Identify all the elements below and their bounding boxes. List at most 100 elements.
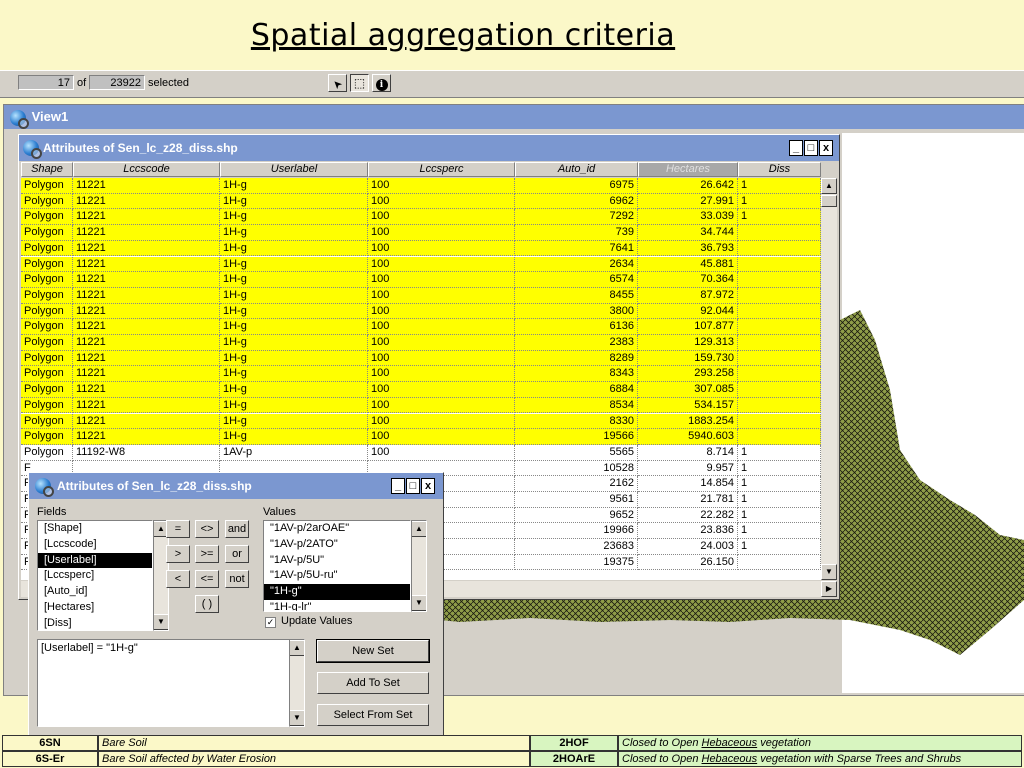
- add-to-set-button[interactable]: Add To Set: [317, 672, 429, 694]
- expr-scroll-up-icon[interactable]: ▲: [290, 640, 304, 656]
- table-cell: 100: [368, 397, 515, 414]
- value-item[interactable]: "1AV-p/5U": [264, 553, 410, 569]
- greater-than-operator-button[interactable]: >: [166, 545, 190, 563]
- legend-text: Closed to Open: [622, 737, 702, 749]
- parentheses-operator-button[interactable]: ( ): [195, 595, 219, 613]
- legend-description: Bare Soil affected by Water Erosion: [98, 751, 530, 767]
- field-item[interactable]: [Hectares]: [38, 600, 152, 616]
- table-cell: 70.364: [638, 272, 738, 288]
- table-row[interactable]: Polygon 11221 1H-g 100 3800 92.044: [21, 303, 821, 320]
- table-row[interactable]: Polygon 11221 1H-g 100 8534 534.157: [21, 397, 821, 414]
- table-cell: 1H-g: [220, 413, 368, 430]
- of-label: of: [77, 77, 87, 89]
- table-cell: 24.003: [638, 539, 738, 555]
- selected-label: selected: [148, 77, 189, 89]
- less-than-operator-button[interactable]: <: [166, 570, 190, 588]
- equals-operator-button[interactable]: =: [166, 520, 190, 538]
- table-cell: Polygon: [21, 272, 73, 288]
- field-item[interactable]: [Shape]: [38, 521, 152, 537]
- scroll-right-icon[interactable]: ▶: [821, 581, 837, 597]
- or-operator-button[interactable]: or: [225, 545, 249, 563]
- table-row[interactable]: Polygon 11221 1H-g 100 6574 70.364: [21, 272, 821, 288]
- column-header[interactable]: Auto_id: [515, 162, 638, 177]
- fields-scroll-down-icon[interactable]: ▼: [154, 614, 168, 630]
- query-close-button[interactable]: x: [421, 478, 435, 494]
- scroll-down-icon[interactable]: ▼: [821, 564, 837, 580]
- attribute-table-titlebar[interactable]: Attributes of Sen_lc_z28_diss.shp _ □ x: [19, 135, 839, 161]
- table-row[interactable]: Polygon 11221 1H-g 100 8330 1883.254: [21, 413, 821, 430]
- table-row[interactable]: Polygon 11221 1H-g 100 7641 36.793: [21, 240, 821, 257]
- table-header: Shape Lccscode Userlabel Lccsperc Auto_id Hec…: [21, 162, 821, 177]
- query-globe-icon: [35, 478, 54, 497]
- values-scroll-down-icon[interactable]: ▼: [412, 595, 426, 611]
- expr-scroll-down-icon[interactable]: ▼: [290, 710, 304, 726]
- table-row[interactable]: Polygon 11221 1H-g 100 8289 159.730: [21, 350, 821, 367]
- scroll-up-icon[interactable]: ▲: [821, 178, 837, 194]
- value-item[interactable]: "1AV-p/2arOAE": [264, 521, 410, 537]
- values-listbox[interactable]: "1AV-p/2arOAE" "1AV-p/2ATO" "1AV-p/5U" "1AV…: [263, 520, 411, 612]
- greater-equal-operator-button[interactable]: >=: [195, 545, 219, 563]
- query-builder-titlebar[interactable]: Attributes of Sen_lc_z28_diss.shp _ □ x: [29, 473, 443, 499]
- table-row[interactable]: Polygon 11221 1H-g 100 8343 293.258: [21, 366, 821, 383]
- less-equal-operator-button[interactable]: <=: [195, 570, 219, 588]
- table-row[interactable]: Polygon 11221 1H-g 100 6962 27.991 1: [21, 193, 821, 210]
- query-minimize-button[interactable]: _: [391, 478, 405, 494]
- values-scroll-up-icon[interactable]: ▲: [412, 521, 426, 537]
- field-item[interactable]: [Lccsperc]: [38, 568, 152, 584]
- close-button[interactable]: x: [819, 140, 833, 156]
- and-operator-button[interactable]: and: [225, 520, 249, 538]
- column-header[interactable]: Hectares: [638, 162, 738, 177]
- legend-code: 6S-Er: [2, 751, 98, 767]
- new-set-button[interactable]: New Set: [316, 639, 430, 663]
- table-vertical-scrollbar[interactable]: ▲ ▼: [821, 178, 837, 580]
- table-row[interactable]: Polygon 11192-W8 1AV-p 100 5565 8.714 1: [21, 444, 821, 461]
- fields-listbox[interactable]: [Shape] [Lccscode] [Userlabel] [Lccsperc] [A…: [37, 520, 153, 631]
- table-cell: 19966: [515, 523, 638, 540]
- select-tool-button[interactable]: ⬚: [350, 74, 369, 92]
- table-row[interactable]: Polygon 11221 1H-g 100 6975 26.642 1: [21, 178, 821, 194]
- table-row[interactable]: Polygon 11221 1H-g 100 7292 33.039 1: [21, 209, 821, 226]
- expression-scrollbar[interactable]: ▲ ▼: [289, 639, 305, 727]
- scroll-thumb[interactable]: [821, 195, 837, 207]
- field-item[interactable]: [Userlabel]: [38, 552, 152, 569]
- table-cell: 8.714: [638, 444, 738, 461]
- table-row[interactable]: Polygon 11221 1H-g 100 2383 129.313: [21, 335, 821, 351]
- table-cell: 1H-g: [220, 303, 368, 320]
- table-cell: 11221: [73, 382, 220, 398]
- field-item[interactable]: [Diss]: [38, 616, 152, 630]
- column-header[interactable]: Lccsperc: [368, 162, 515, 177]
- column-header[interactable]: Diss: [738, 162, 821, 177]
- value-item[interactable]: "1H-g": [264, 584, 410, 600]
- value-item[interactable]: "1AV-p/2ATO": [264, 537, 410, 553]
- expression-input[interactable]: [Userlabel] = "1H-g": [37, 639, 303, 727]
- select-from-set-button[interactable]: Select From Set: [317, 704, 429, 726]
- table-row[interactable]: Polygon 11221 1H-g 100 2634 45.881: [21, 256, 821, 273]
- pointer-tool-button[interactable]: ➤: [328, 74, 347, 92]
- view-titlebar[interactable]: View1: [4, 105, 1024, 129]
- table-row[interactable]: Polygon 11221 1H-g 100 8455 87.972: [21, 287, 821, 304]
- column-header[interactable]: Userlabel: [220, 162, 368, 177]
- table-cell: 11221: [73, 397, 220, 414]
- update-values-checkbox[interactable]: ✓: [265, 617, 276, 628]
- minimize-button[interactable]: _: [789, 140, 803, 156]
- maximize-button[interactable]: □: [804, 140, 818, 156]
- field-item[interactable]: [Auto_id]: [38, 584, 152, 600]
- field-item[interactable]: [Lccscode]: [38, 537, 152, 553]
- table-row[interactable]: Polygon 11221 1H-g 100 739 34.744: [21, 225, 821, 241]
- value-item[interactable]: "1AV-p/5U-ru": [264, 568, 410, 584]
- legend-description: Closed to Open Hebaceous vegetation: [618, 735, 1022, 751]
- table-row[interactable]: Polygon 11221 1H-g 100 6136 107.877: [21, 319, 821, 335]
- table-row[interactable]: Polygon 11221 1H-g 100 6884 307.085: [21, 382, 821, 398]
- column-header[interactable]: Shape: [21, 162, 73, 177]
- not-operator-button[interactable]: not: [225, 570, 249, 588]
- identify-tool-button[interactable]: i: [372, 74, 391, 92]
- value-item[interactable]: "1H-g-lr": [264, 600, 410, 611]
- not-equals-operator-button[interactable]: <>: [195, 520, 219, 538]
- values-scrollbar[interactable]: ▲ ▼: [411, 520, 427, 612]
- query-maximize-button[interactable]: □: [406, 478, 420, 494]
- table-row[interactable]: Polygon 11221 1H-g 100 19566 5940.603: [21, 429, 821, 445]
- table-cell: 159.730: [638, 350, 738, 367]
- legend-code: 6SN: [2, 735, 98, 751]
- table-cell: 1H-g: [220, 240, 368, 257]
- column-header[interactable]: Lccscode: [73, 162, 220, 177]
